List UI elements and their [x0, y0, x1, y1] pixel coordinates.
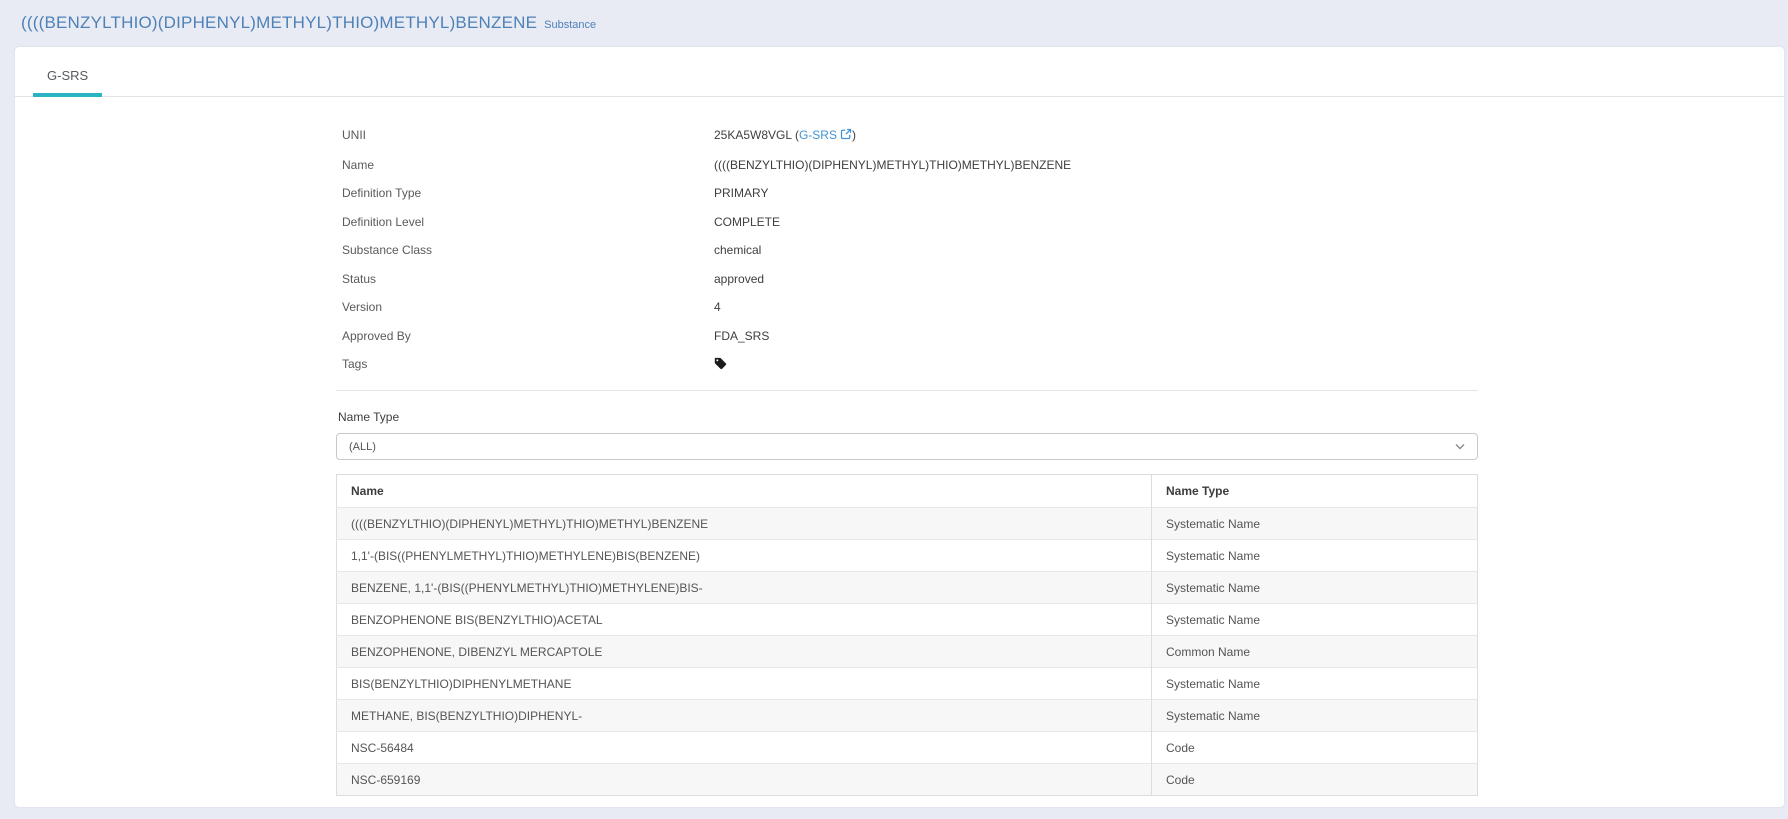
table-row: NSC-56484 Code: [337, 732, 1478, 764]
substance-details: UNII 25KA5W8VGL (G-SRS) Name ((((BENZYLT…: [336, 125, 1478, 375]
kv-label: Definition Level: [342, 214, 714, 231]
name-cell: NSC-56484: [337, 732, 1152, 764]
kv-label: UNII: [342, 127, 714, 144]
kv-value: COMPLETE: [714, 214, 780, 231]
column-header-name: Name: [337, 475, 1152, 508]
kv-row-definition-type: Definition Type PRIMARY: [342, 185, 1478, 202]
name-type-cell: Code: [1152, 764, 1478, 796]
kv-row-name: Name ((((BENZYLTHIO)(DIPHENYL)METHYL)THI…: [342, 157, 1478, 174]
kv-label: Status: [342, 271, 714, 288]
main-content: UNII 25KA5W8VGL (G-SRS) Name ((((BENZYLT…: [336, 125, 1478, 796]
kv-row-tags: Tags: [342, 356, 1478, 375]
kv-value: PRIMARY: [714, 185, 768, 202]
kv-value: 4: [714, 299, 721, 316]
kv-value: chemical: [714, 242, 761, 259]
name-type-filter-label: Name Type: [336, 410, 1478, 424]
column-header-name-type: Name Type: [1152, 475, 1478, 508]
kv-row-version: Version 4: [342, 299, 1478, 316]
kv-row-unii: UNII 25KA5W8VGL (G-SRS): [342, 127, 1478, 145]
kv-value: [714, 356, 727, 375]
kv-label: Version: [342, 299, 714, 316]
kv-value: ((((BENZYLTHIO)(DIPHENYL)METHYL)THIO)MET…: [714, 157, 1071, 174]
names-table: Name Name Type ((((BENZYLTHIO)(DIPHENYL)…: [336, 474, 1478, 796]
page-title: ((((BENZYLTHIO)(DIPHENYL)METHYL)THIO)MET…: [21, 13, 537, 32]
name-cell: NSC-659169: [337, 764, 1152, 796]
tag-icon: [714, 357, 727, 375]
name-cell: ((((BENZYLTHIO)(DIPHENYL)METHYL)THIO)MET…: [337, 508, 1152, 540]
kv-row-approved-by: Approved By FDA_SRS: [342, 328, 1478, 345]
name-type-cell: Systematic Name: [1152, 540, 1478, 572]
tab-bar: G-SRS: [15, 47, 1784, 97]
names-table-header-row: Name Name Type: [337, 475, 1478, 508]
name-type-selected-value: (ALL): [349, 441, 376, 453]
kv-label: Tags: [342, 356, 714, 373]
top-header: ((((BENZYLTHIO)(DIPHENYL)METHYL)THIO)MET…: [0, 0, 1788, 44]
name-cell: BIS(BENZYLTHIO)DIPHENYLMETHANE: [337, 668, 1152, 700]
name-type-cell: Systematic Name: [1152, 700, 1478, 732]
kv-label: Definition Type: [342, 185, 714, 202]
name-cell: METHANE, BIS(BENZYLTHIO)DIPHENYL-: [337, 700, 1152, 732]
kv-label: Name: [342, 157, 714, 174]
table-row: BENZENE, 1,1'-(BIS((PHENYLMETHYL)THIO)ME…: [337, 572, 1478, 604]
kv-row-substance-class: Substance Class chemical: [342, 242, 1478, 259]
kv-row-definition-level: Definition Level COMPLETE: [342, 214, 1478, 231]
table-row: BENZOPHENONE, DIBENZYL MERCAPTOLE Common…: [337, 636, 1478, 668]
kv-label: Approved By: [342, 328, 714, 345]
kv-row-status: Status approved: [342, 271, 1478, 288]
external-link-icon: [840, 129, 852, 143]
name-type-cell: Systematic Name: [1152, 572, 1478, 604]
name-type-cell: Systematic Name: [1152, 668, 1478, 700]
name-type-select[interactable]: (ALL): [336, 433, 1478, 460]
kv-value: 25KA5W8VGL (G-SRS): [714, 127, 856, 145]
kv-value: approved: [714, 271, 764, 288]
table-row: 1,1'-(BIS((PHENYLMETHYL)THIO)METHYLENE)B…: [337, 540, 1478, 572]
gsrs-external-link[interactable]: G-SRS: [799, 128, 837, 142]
chevron-down-icon: [1455, 443, 1465, 450]
name-type-cell: Systematic Name: [1152, 604, 1478, 636]
table-row: METHANE, BIS(BENZYLTHIO)DIPHENYL- System…: [337, 700, 1478, 732]
kv-label: Substance Class: [342, 242, 714, 259]
name-cell: BENZOPHENONE, DIBENZYL MERCAPTOLE: [337, 636, 1152, 668]
table-row: NSC-659169 Code: [337, 764, 1478, 796]
paren-close: ): [852, 128, 856, 142]
section-divider: [336, 390, 1478, 391]
name-cell: BENZOPHENONE BIS(BENZYLTHIO)ACETAL: [337, 604, 1152, 636]
name-cell: BENZENE, 1,1'-(BIS((PHENYLMETHYL)THIO)ME…: [337, 572, 1152, 604]
name-type-cell: Systematic Name: [1152, 508, 1478, 540]
name-cell: 1,1'-(BIS((PHENYLMETHYL)THIO)METHYLENE)B…: [337, 540, 1152, 572]
table-row: BENZOPHENONE BIS(BENZYLTHIO)ACETAL Syste…: [337, 604, 1478, 636]
table-row: BIS(BENZYLTHIO)DIPHENYLMETHANE Systemati…: [337, 668, 1478, 700]
unii-code: 25KA5W8VGL: [714, 128, 792, 142]
substance-type-badge: Substance: [544, 19, 596, 31]
kv-value: FDA_SRS: [714, 328, 769, 345]
name-type-cell: Common Name: [1152, 636, 1478, 668]
substance-card: G-SRS UNII 25KA5W8VGL (G-SRS) Name ((((B…: [15, 47, 1784, 807]
name-type-cell: Code: [1152, 732, 1478, 764]
tab-gsrs[interactable]: G-SRS: [33, 68, 102, 96]
table-row: ((((BENZYLTHIO)(DIPHENYL)METHYL)THIO)MET…: [337, 508, 1478, 540]
